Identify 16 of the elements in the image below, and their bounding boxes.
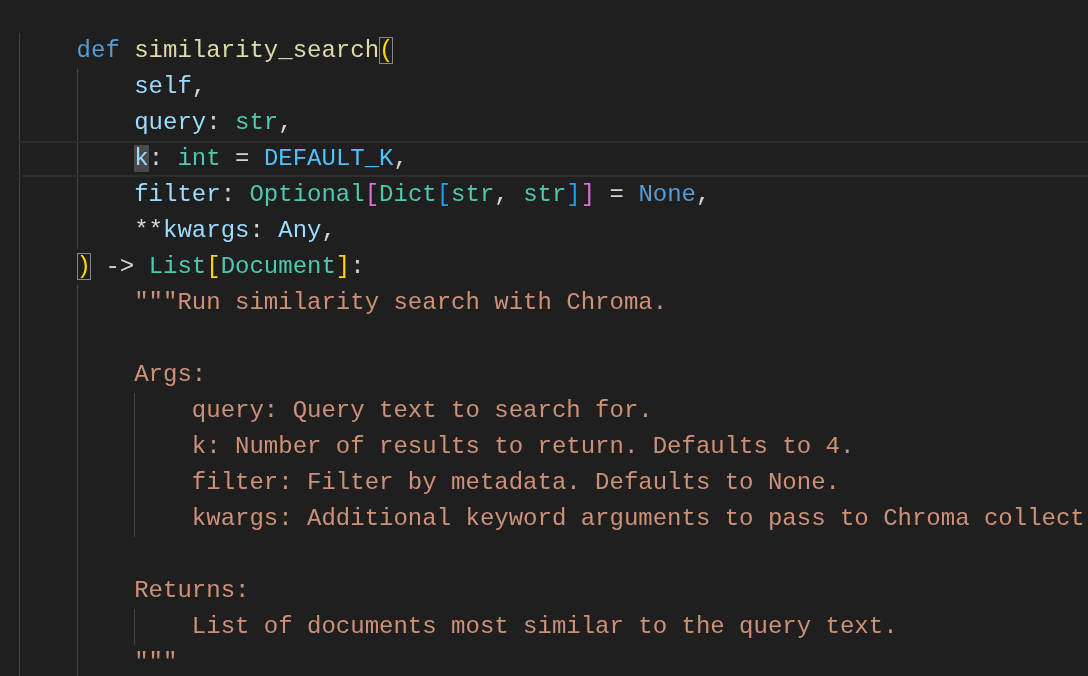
code-line: List of documents most similar to the query text. [19,609,1088,645]
code-line: kwargs: Additional keyword arguments to pass to Chroma collect [19,501,1088,537]
code-line: query: str, [19,105,1088,141]
code-line: filter: Filter by metadata. Defaults to None. [19,465,1088,501]
code-line: **kwargs: Any, [19,213,1088,249]
code-line: k: int = DEFAULT_K, [19,141,1088,177]
code-line: Returns: [19,573,1088,609]
code-line: ) -> List[Document]: [19,249,1088,285]
code-line: Args: [19,357,1088,393]
code-line: """Run similarity search with Chroma. [19,285,1088,321]
code-line: query: Query text to search for. [19,393,1088,429]
code-line: def similarity_search( [19,33,1088,69]
code-line: self, [19,69,1088,105]
code-line: k: Number of results to return. Defaults to 4. [19,429,1088,465]
code-line: filter: Optional[Dict[str, str]] = None, [19,177,1088,213]
code-line: """ [19,645,1088,676]
